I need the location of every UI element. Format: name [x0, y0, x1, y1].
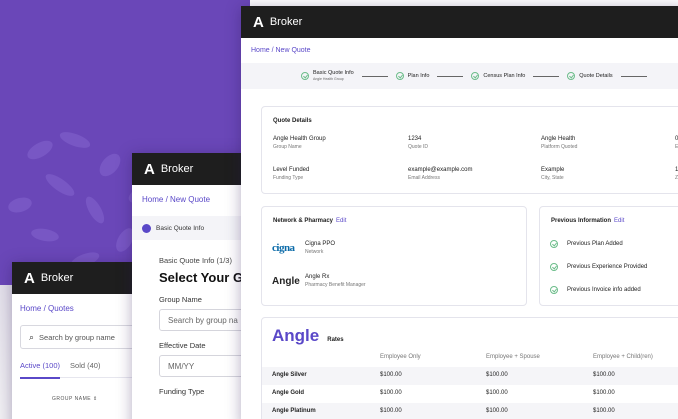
platform-quoted-field: Angle Health Platform Quoted — [541, 136, 577, 150]
field-label: Email Address — [408, 175, 440, 181]
edit-link[interactable]: Edit — [336, 218, 346, 224]
check-circle-icon — [471, 72, 480, 80]
plan-name: Angle Platinum — [272, 408, 316, 414]
angle-logo: Angle — [272, 275, 300, 287]
search-placeholder: Search by group name — [39, 332, 115, 342]
card-title: Previous Information Edit — [551, 218, 624, 224]
rate-value: $100.00 — [593, 408, 615, 414]
field-value: Level Funded — [273, 167, 310, 173]
network-row: cigna Cigna PPO Network — [272, 241, 335, 255]
plan-name: Angle Gold — [272, 390, 304, 396]
field-value: Example — [541, 167, 565, 173]
card-title: Quote Details — [273, 118, 312, 124]
row-subtitle: Network — [305, 249, 324, 255]
check-circle-icon — [301, 72, 309, 80]
field-value: Angle Health Group — [273, 136, 326, 142]
field-label: Platform Quoted — [541, 144, 578, 150]
card-title-text: Previous Information — [551, 218, 612, 224]
field-value: example@example.com — [408, 167, 473, 173]
rate-value: $100.00 — [380, 390, 402, 396]
cigna-logo: cigna — [272, 242, 295, 254]
item-label: Previous Experience Provided — [567, 264, 648, 270]
item-label: Previous Invoice info added — [567, 287, 641, 293]
rate-value: $100.00 — [486, 408, 508, 414]
app-name: Broker — [269, 16, 303, 28]
pharmacy-row: Angle Angle Rx Pharmacy Benefit Manager — [272, 274, 366, 288]
step-plan-info[interactable]: Plan Info — [395, 72, 472, 80]
check-circle-icon — [395, 72, 404, 80]
field-label: Funding Type — [273, 175, 304, 181]
app-name: Broker — [160, 163, 194, 175]
quote-details-card: Quote Details Angle Health Group Group N… — [261, 106, 678, 194]
card-title: Network & Pharmacy Edit — [273, 218, 346, 224]
check-circle-icon — [550, 286, 558, 294]
check-circle-icon — [567, 72, 576, 80]
previous-item: Previous Invoice info added — [550, 286, 641, 294]
step-label: Quote Details — [579, 73, 613, 79]
table-row: Angle Gold $100.00 $100.00 $100.00 — [262, 385, 678, 403]
logo: A — [144, 160, 155, 178]
card-title-text: Network & Pharmacy — [273, 218, 334, 224]
tab-active[interactable]: Active (100) — [20, 361, 61, 379]
rates-label: Rates — [327, 337, 344, 343]
step-connector — [437, 75, 464, 77]
quote-details-window: A Broker Home / New Quote Basic Quote In… — [241, 6, 678, 419]
funding-type-field: Level Funded Funding Type — [273, 167, 309, 181]
step-connector — [533, 75, 560, 77]
edit-link[interactable]: Edit — [614, 218, 624, 224]
logo: A — [24, 269, 35, 287]
quote-id-field: 1234 Quote ID — [408, 136, 428, 150]
step-quote-details[interactable]: Quote Details — [567, 72, 654, 80]
group-name-field: Angle Health Group Group Name — [273, 136, 326, 150]
step-label: Census Plan Info — [483, 73, 526, 79]
angle-logo: Angle — [272, 326, 320, 345]
city-state-field: Example City, State — [541, 167, 564, 181]
step-census-plan-info[interactable]: Census Plan Info — [471, 72, 567, 80]
table-row: Angle Platinum $100.00 $100.00 $100.00 — [262, 403, 678, 419]
table-row: Angle Silver $100.00 $100.00 $100.00 — [262, 367, 678, 385]
step-label: Plan Info — [407, 73, 430, 79]
step-sub-label: Angle Health Group — [313, 77, 344, 81]
rates-card: Angle Rates Employee Only Employee + Spo… — [261, 317, 678, 419]
step-basic-quote-info[interactable]: Basic Quote Info Angle Health Group — [301, 70, 396, 82]
field-label: City, State — [541, 175, 564, 181]
step-connector — [620, 75, 647, 77]
previous-item: Previous Experience Provided — [550, 263, 647, 271]
step-current-icon — [142, 223, 151, 233]
step-basic-quote-info[interactable]: Basic Quote Info — [156, 225, 204, 232]
field-value: Angle Health — [541, 136, 576, 142]
rate-value: $100.00 — [593, 390, 615, 396]
app-name: Broker — [40, 272, 74, 284]
email-address-field: example@example.com Email Address — [408, 167, 472, 181]
logo: A — [253, 13, 264, 31]
tab-sold[interactable]: Sold (40) — [70, 361, 100, 370]
rates-title: Angle Rates — [272, 326, 344, 346]
previous-information-card: Previous Information Edit Previous Plan A… — [539, 206, 678, 306]
column-header: Employee + Child(ren) — [593, 354, 653, 360]
row-title: Angle Rx — [305, 274, 330, 280]
column-header: Employee Only — [380, 354, 421, 360]
previous-item: Previous Plan Added — [550, 240, 623, 248]
plan-name: Angle Silver — [272, 372, 307, 378]
check-circle-icon — [550, 263, 558, 271]
item-label: Previous Plan Added — [567, 241, 623, 247]
row-subtitle: Pharmacy Benefit Manager — [305, 282, 366, 288]
app-header: A Broker — [241, 6, 678, 38]
rate-value: $100.00 — [380, 408, 402, 414]
check-circle-icon — [550, 240, 558, 248]
field-value: 1234 — [408, 136, 422, 142]
field-label: Group Name — [273, 144, 302, 150]
network-pharmacy-card: Network & Pharmacy Edit cigna Cigna PPO N… — [261, 206, 527, 306]
breadcrumb[interactable]: Home / New Quote — [241, 38, 678, 54]
rate-value: $100.00 — [486, 372, 508, 378]
row-title: Cigna PPO — [305, 241, 336, 247]
rate-value: $100.00 — [593, 372, 615, 378]
field-label: Quote ID — [408, 144, 429, 150]
step-bar: Basic Quote Info Angle Health Group Plan… — [241, 63, 678, 89]
step-connector — [361, 75, 388, 77]
column-header: Employee + Spouse — [486, 354, 540, 360]
search-icon: ⌕ — [29, 331, 35, 342]
rate-value: $100.00 — [380, 372, 402, 378]
rate-value: $100.00 — [486, 390, 508, 396]
